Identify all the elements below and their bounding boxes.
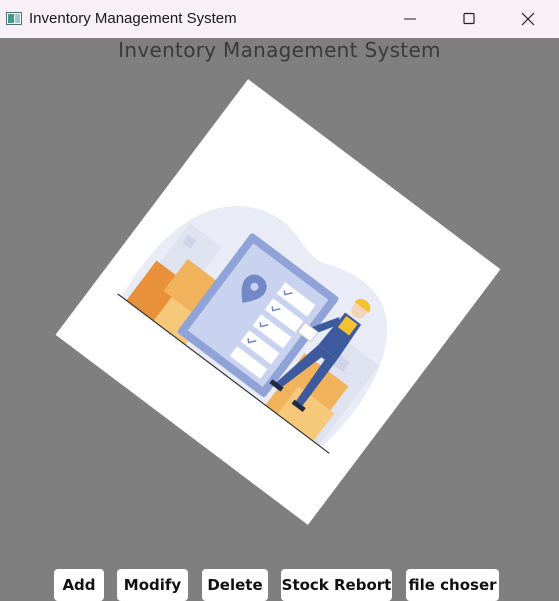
title-bar: Inventory Management System	[0, 0, 559, 38]
maximize-button[interactable]	[446, 0, 492, 38]
file-chooser-button[interactable]: file choser	[406, 569, 499, 601]
stock-report-button[interactable]: Stock Rebort	[281, 569, 392, 601]
warehouse-worker-illustration	[117, 206, 387, 454]
modify-button[interactable]: Modify	[117, 569, 188, 601]
page-title: Inventory Management System	[118, 38, 441, 62]
minimize-button[interactable]	[387, 0, 433, 38]
add-button[interactable]: Add	[54, 569, 104, 601]
maximize-icon	[463, 12, 475, 25]
delete-button[interactable]: Delete	[202, 569, 268, 601]
warehouse-illustration	[55, 79, 501, 525]
window-title: Inventory Management System	[29, 10, 237, 27]
minimize-icon	[404, 18, 416, 20]
app-window-icon	[6, 12, 22, 25]
close-button[interactable]	[505, 0, 551, 38]
close-icon	[521, 12, 535, 26]
